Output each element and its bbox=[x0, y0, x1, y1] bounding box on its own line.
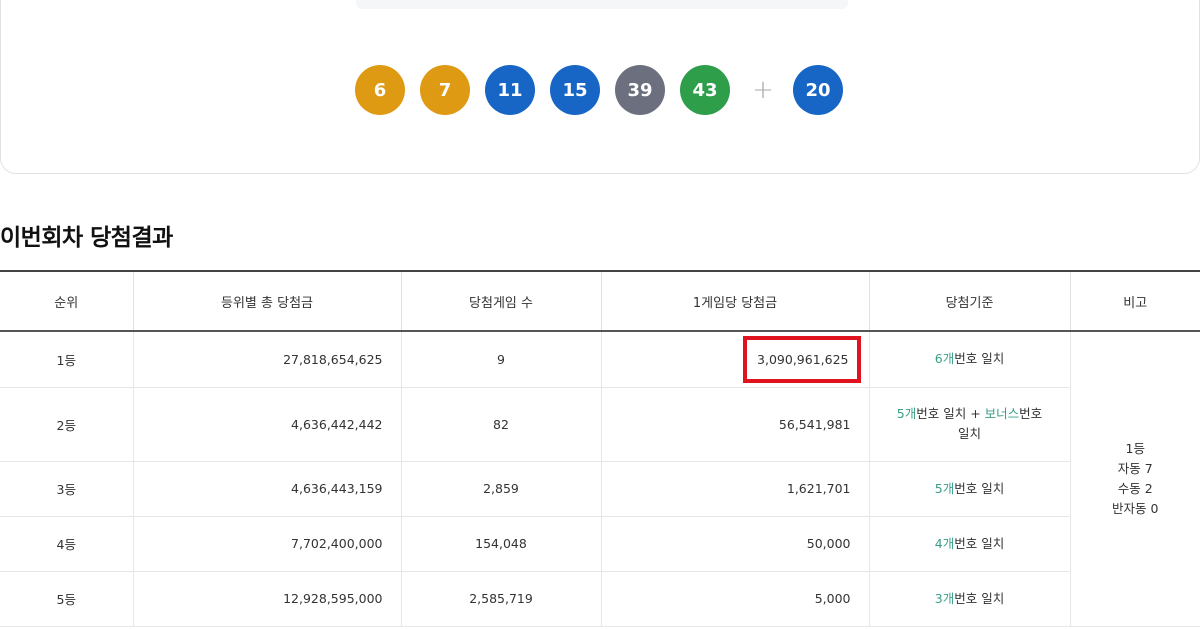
total-prize-cell: 27,818,654,625 bbox=[133, 331, 402, 388]
criteria-cell: 4개번호 일치 bbox=[869, 516, 1071, 572]
criteria-cell: 6개번호 일치 bbox=[869, 331, 1071, 388]
rank-cell: 5등 bbox=[0, 571, 134, 627]
criteria-count: 5개 bbox=[934, 480, 955, 496]
note-cell: 1등 자동 7 수동 2 반자동 0 bbox=[1070, 331, 1200, 627]
note-line: 자동 7 bbox=[1117, 460, 1153, 476]
table-row: 2등 4,636,442,442 82 56,541,981 5개번호 일치 +… bbox=[0, 387, 1200, 462]
winning-number-ball: 39 bbox=[615, 65, 665, 115]
criteria-cell: 5개번호 일치 bbox=[869, 461, 1071, 517]
criteria-text: 일치 bbox=[957, 426, 981, 441]
total-prize-cell: 12,928,595,000 bbox=[133, 571, 402, 627]
header-prize-per-game: 1게임당 당첨금 bbox=[601, 270, 870, 332]
note-line: 1등 bbox=[1125, 440, 1145, 456]
winning-games-cell: 2,859 bbox=[401, 461, 602, 517]
winning-number-ball: 7 bbox=[420, 65, 470, 115]
prize-per-game-cell: 1,621,701 bbox=[601, 461, 870, 517]
criteria-text: 번호 일치 bbox=[954, 590, 1005, 606]
prize-per-game-cell: 3,090,961,625 bbox=[601, 331, 870, 388]
header-criteria: 당첨기준 bbox=[869, 270, 1071, 332]
winning-games-cell: 9 bbox=[401, 331, 602, 388]
note-line: 반자동 0 bbox=[1112, 500, 1159, 516]
highlight-box: 3,090,961,625 bbox=[743, 335, 861, 383]
prize-result-table: 순위 등위별 총 당첨금 당첨게임 수 1게임당 당첨금 당첨기준 비고 1등 … bbox=[0, 270, 1200, 627]
criteria-count: 6개 bbox=[934, 351, 955, 367]
winning-number-ball: 43 bbox=[680, 65, 730, 115]
criteria-text: 번호 일치 bbox=[954, 480, 1005, 496]
header-note: 비고 bbox=[1070, 270, 1200, 332]
rank-cell: 2등 bbox=[0, 387, 134, 462]
winning-balls: 6 7 11 15 39 43 + 20 bbox=[355, 65, 843, 115]
winning-number-ball: 15 bbox=[550, 65, 600, 115]
criteria-count: 4개 bbox=[934, 535, 955, 551]
rank-cell: 1등 bbox=[0, 331, 134, 388]
header-total-prize: 등위별 총 당첨금 bbox=[133, 270, 402, 332]
winning-games-cell: 2,585,719 bbox=[401, 571, 602, 627]
total-prize-cell: 7,702,400,000 bbox=[133, 516, 402, 572]
table-row: 1등 27,818,654,625 9 3,090,961,625 6개번호 일… bbox=[0, 331, 1200, 627]
winning-games-cell: 82 bbox=[401, 387, 602, 462]
criteria-text: 번호 일치 bbox=[954, 535, 1005, 551]
plus-icon: + bbox=[752, 75, 774, 105]
table-header-row: 순위 등위별 총 당첨금 당첨게임 수 1게임당 당첨금 당첨기준 비고 bbox=[0, 270, 1200, 332]
criteria-bonus: 보너스 bbox=[984, 406, 1020, 421]
criteria-cell: 3개번호 일치 bbox=[869, 571, 1071, 627]
draw-date-box bbox=[356, 0, 848, 9]
header-winning-games: 당첨게임 수 bbox=[401, 270, 602, 332]
rank-cell: 3등 bbox=[0, 461, 134, 517]
winning-number-ball: 11 bbox=[485, 65, 535, 115]
table-row: 3등 4,636,443,159 2,859 1,621,701 5개번호 일치 bbox=[0, 461, 1200, 517]
criteria-count: 3개 bbox=[934, 590, 955, 606]
header-rank: 순위 bbox=[0, 270, 134, 332]
total-prize-cell: 4,636,442,442 bbox=[133, 387, 402, 462]
winning-number-ball: 6 bbox=[355, 65, 405, 115]
note-line: 수동 2 bbox=[1117, 480, 1153, 496]
prize-per-game-cell: 5,000 bbox=[601, 571, 870, 627]
table-row: 5등 12,928,595,000 2,585,719 5,000 3개번호 일… bbox=[0, 571, 1200, 627]
table-row: 4등 7,702,400,000 154,048 50,000 4개번호 일치 bbox=[0, 516, 1200, 572]
prize-per-game-cell: 50,000 bbox=[601, 516, 870, 572]
criteria-text: 번호 일치 bbox=[954, 351, 1005, 367]
bonus-number-ball: 20 bbox=[793, 65, 843, 115]
prize-per-game-cell: 56,541,981 bbox=[601, 387, 870, 462]
criteria-cell: 5개번호 일치 + 보너스번호 일치 bbox=[869, 387, 1071, 462]
section-title: 이번회차 당첨결과 bbox=[0, 225, 173, 251]
total-prize-cell: 4,636,443,159 bbox=[133, 461, 402, 517]
winning-games-cell: 154,048 bbox=[401, 516, 602, 572]
criteria-text: 번호 bbox=[1019, 406, 1043, 421]
rank-cell: 4등 bbox=[0, 516, 134, 572]
criteria-text: 번호 일치 + bbox=[916, 406, 985, 421]
criteria-count: 5개 bbox=[896, 406, 917, 421]
